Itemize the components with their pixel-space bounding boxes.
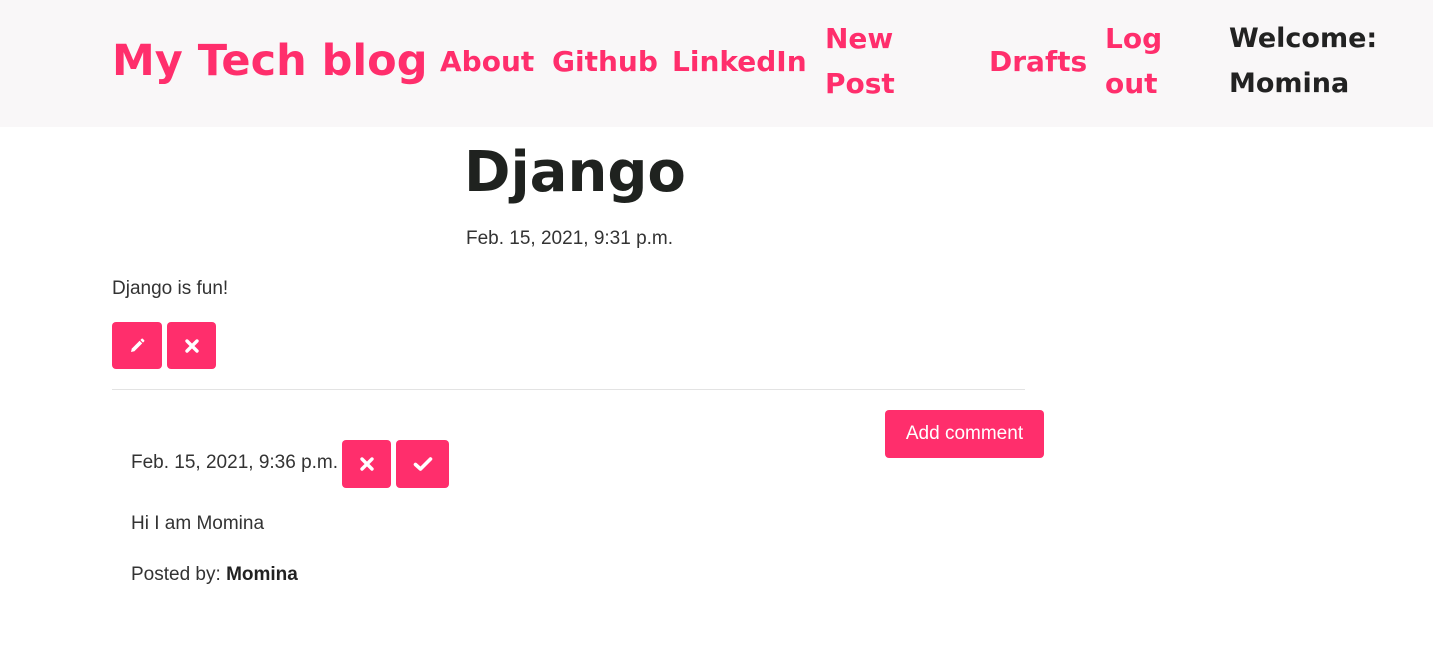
nav-about-link[interactable]: About <box>440 39 534 84</box>
top-navbar: My Tech blog About Github LinkedIn New P… <box>0 0 1433 127</box>
post-body: Django is fun! <box>112 278 229 299</box>
check-icon <box>413 456 433 472</box>
nav-logout-link[interactable]: Log out <box>1105 16 1185 106</box>
comment-author: Momina <box>226 564 298 585</box>
post-date: Feb. 15, 2021, 9:31 p.m. <box>466 228 674 249</box>
times-icon <box>359 456 375 472</box>
nav-drafts-link[interactable]: Drafts <box>989 39 1087 84</box>
nav-linkedin-link[interactable]: LinkedIn <box>672 39 807 84</box>
add-comment-button[interactable]: Add comment <box>885 410 1044 458</box>
nav-new-post-link[interactable]: New Post <box>825 16 935 106</box>
comment-date: Feb. 15, 2021, 9:36 p.m. <box>131 452 339 473</box>
times-icon <box>184 338 200 354</box>
posted-by-label: Posted by: <box>131 564 221 585</box>
brand-link[interactable]: My Tech blog <box>112 36 428 86</box>
welcome-message: Welcome: Momina <box>1229 23 1378 99</box>
approve-comment-button[interactable] <box>396 440 449 488</box>
remove-comment-button[interactable] <box>342 440 391 488</box>
comment-text: Hi I am Momina <box>131 513 265 534</box>
section-divider <box>112 389 1025 390</box>
nav-github-link[interactable]: Github <box>552 39 658 84</box>
delete-post-button[interactable] <box>167 322 216 369</box>
post-title: Django <box>464 140 686 205</box>
edit-post-button[interactable] <box>112 322 162 369</box>
pencil-icon <box>128 337 146 355</box>
comment-author-line: Posted by: Momina <box>131 564 298 586</box>
